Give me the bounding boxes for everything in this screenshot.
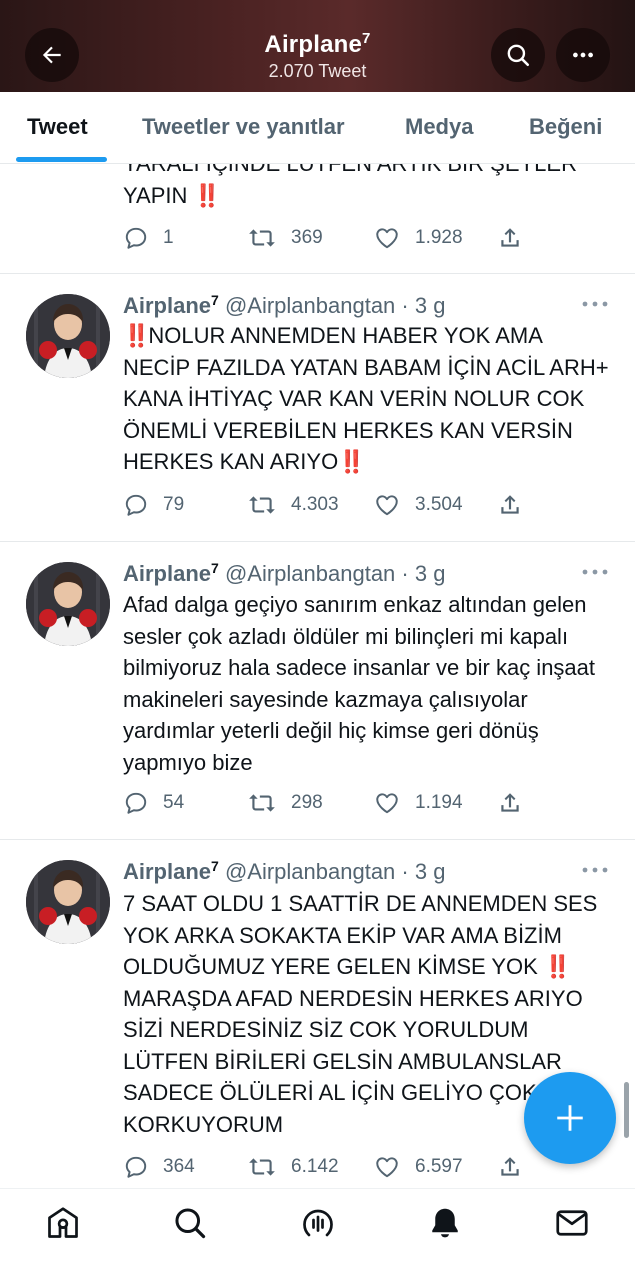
tweet-author: Airplane7 @Airplanbangtan · 3 g — [123, 560, 446, 586]
nav-notifications[interactable] — [425, 1203, 465, 1243]
tweet-more-icon[interactable] — [580, 298, 610, 310]
spaces-icon — [303, 1209, 333, 1237]
notifications-bell-icon — [432, 1208, 458, 1238]
tweet-handle-time: @Airplanbangtan · 3 g — [224, 293, 446, 318]
retweet-icon — [249, 496, 275, 514]
share-icon — [501, 228, 519, 247]
tab-tweet[interactable]: Tweet — [27, 114, 88, 140]
share-button[interactable] — [497, 490, 523, 520]
tab-likes[interactable]: Beğeni — [529, 114, 602, 140]
nav-spaces[interactable] — [298, 1203, 338, 1243]
tweet-text: Afad dalga geçiyo sanırım enkaz altından… — [123, 592, 596, 775]
nav-messages[interactable] — [552, 1203, 592, 1243]
plus-icon — [557, 1105, 583, 1131]
tweet-item[interactable]: Airplane7 @Airplanbangtan · 3 g Afad dal… — [0, 542, 635, 840]
like-button[interactable]: 3.504 — [373, 490, 463, 520]
tweet-handle-time: @Airplanbangtan · 3 g — [224, 561, 446, 586]
avatar-image — [26, 294, 110, 378]
home-icon — [48, 1207, 78, 1238]
tweet-author: Airplane7 @Airplanbangtan · 3 g — [123, 858, 446, 884]
nav-explore[interactable] — [170, 1203, 210, 1243]
share-icon — [501, 495, 519, 514]
tab-media[interactable]: Medya — [405, 114, 473, 140]
share-button[interactable] — [497, 1152, 523, 1182]
retweet-icon — [249, 794, 275, 812]
heart-icon — [376, 793, 398, 814]
retweet-icon — [249, 229, 275, 247]
tweet-actions: 1 369 1.928 — [123, 223, 543, 253]
share-button[interactable] — [497, 223, 523, 253]
avatar[interactable] — [26, 860, 110, 944]
share-button[interactable] — [497, 788, 523, 818]
tweet-text: YARALI İÇİNDE LÜTFEN ARTIK BİR ŞEYLER YA… — [123, 164, 577, 208]
retweet-button[interactable]: 369 — [247, 223, 323, 253]
tweet-author: Airplane7 @Airplanbangtan · 3 g — [123, 292, 446, 318]
active-tab-indicator — [16, 157, 107, 162]
tweet-actions: 79 4.303 3.504 — [123, 490, 543, 520]
tweet-handle-time: @Airplanbangtan · 3 g — [224, 859, 446, 884]
reply-button[interactable]: 54 — [123, 788, 184, 818]
retweet-button[interactable]: 4.303 — [247, 490, 339, 520]
avatar-image — [26, 562, 110, 646]
avatar[interactable] — [26, 562, 110, 646]
scrollbar[interactable] — [624, 1082, 629, 1138]
profile-header: Airplane7 2.070 Tweet — [0, 0, 635, 92]
retweet-icon — [249, 1158, 275, 1176]
nav-home[interactable] — [43, 1203, 83, 1243]
tweet-text: ‼️NOLUR ANNEMDEN HABER YOK AMA NECİP FAZ… — [123, 323, 609, 474]
tweet-more-icon[interactable] — [580, 864, 610, 876]
tweet-actions: 54 298 1.194 — [123, 788, 543, 818]
messages-envelope-icon — [556, 1210, 588, 1236]
heart-icon — [376, 228, 398, 249]
avatar[interactable] — [26, 294, 110, 378]
search-icon — [175, 1208, 206, 1239]
retweet-button[interactable]: 298 — [247, 788, 323, 818]
reply-icon — [125, 494, 147, 516]
reply-icon — [125, 792, 147, 814]
reply-icon — [125, 227, 147, 249]
reply-button[interactable]: 79 — [123, 490, 184, 520]
heart-icon — [376, 1157, 398, 1178]
compose-tweet-button[interactable] — [524, 1072, 616, 1164]
like-button[interactable]: 1.928 — [373, 223, 463, 253]
like-button[interactable]: 1.194 — [373, 788, 463, 818]
share-icon — [501, 793, 519, 812]
more-horizontal-icon — [573, 52, 593, 58]
retweet-button[interactable]: 6.142 — [247, 1152, 339, 1182]
tweet-actions: 364 6.142 6.597 — [123, 1152, 543, 1182]
reply-button[interactable]: 364 — [123, 1152, 195, 1182]
share-icon — [501, 1157, 519, 1176]
tweet-more-icon[interactable] — [580, 566, 610, 578]
avatar-image — [26, 860, 110, 944]
search-icon — [507, 44, 530, 67]
like-button[interactable]: 6.597 — [373, 1152, 463, 1182]
heart-icon — [376, 495, 398, 516]
profile-tabs: Tweet Tweetler ve yanıtlar Medya Beğeni — [0, 92, 635, 164]
bottom-navigation — [0, 1188, 635, 1283]
more-button[interactable] — [556, 28, 610, 82]
reply-icon — [125, 1156, 147, 1178]
search-button[interactable] — [491, 28, 545, 82]
tweet-item[interactable]: YARALI İÇİNDE LÜTFEN ARTIK BİR ŞEYLER YA… — [0, 164, 635, 274]
tweet-item[interactable]: Airplane7 @Airplanbangtan · 3 g ‼️NOLUR … — [0, 274, 635, 542]
tab-tweets-and-replies[interactable]: Tweetler ve yanıtlar — [142, 114, 345, 140]
reply-button[interactable]: 1 — [123, 223, 174, 253]
